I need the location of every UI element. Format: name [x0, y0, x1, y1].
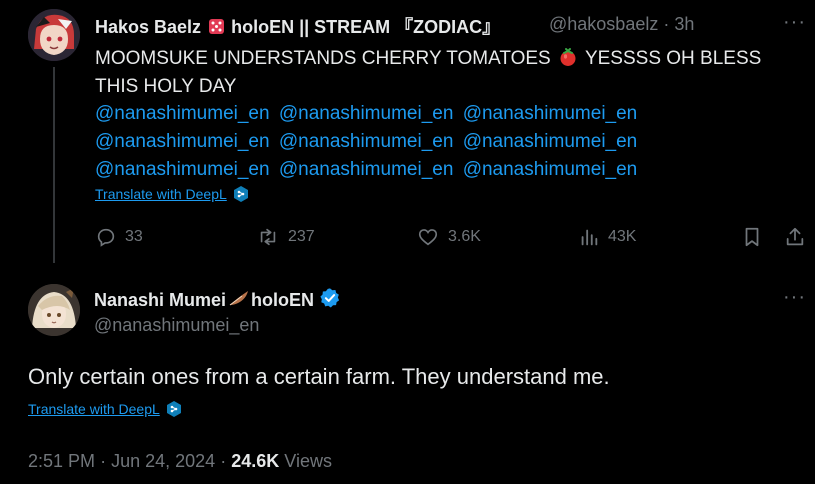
mention-link[interactable]: @nanashimumei_en — [463, 131, 638, 152]
mention-link[interactable]: @nanashimumei_en — [95, 131, 270, 152]
avatar[interactable] — [28, 284, 80, 336]
deepl-icon — [166, 400, 182, 421]
display-name: Hakos Baelz — [95, 17, 202, 37]
translate-link[interactable]: Translate with DeepL — [28, 400, 182, 421]
tweet-text-part1: MOOMSUKE UNDERSTANDS CHERRY TOMATOES — [95, 48, 551, 69]
views-label: Views — [284, 451, 332, 471]
views-icon — [581, 229, 598, 246]
time-separator: · — [663, 14, 670, 34]
display-name: Nanashi Mumei — [94, 290, 227, 310]
repost-count: 237 — [288, 228, 315, 245]
avatar-image — [28, 284, 80, 336]
translate-label: Translate with DeepL — [95, 186, 227, 202]
mention-link[interactable]: @nanashimumei_en — [279, 159, 454, 180]
author-handle: @hakosbaelz — [549, 14, 659, 34]
avatar[interactable] — [28, 9, 80, 61]
more-options-button[interactable]: ··· — [783, 286, 806, 309]
thread-line — [53, 67, 55, 263]
repost-button[interactable]: 237 — [256, 226, 315, 248]
translate-label: Translate with DeepL — [28, 401, 160, 417]
heart-icon — [418, 229, 438, 246]
mention-link[interactable]: @nanashimumei_en — [463, 103, 638, 124]
tweet-date[interactable]: Jun 24, 2024 — [111, 451, 215, 471]
avatar-image — [28, 9, 80, 61]
tweet-text: Only certain ones from a certain farm. T… — [28, 364, 610, 389]
mention-link[interactable]: @nanashimumei_en — [279, 103, 454, 124]
reply-button[interactable]: 33 — [95, 226, 143, 248]
repost-icon — [260, 228, 276, 246]
bookmark-button[interactable] — [742, 226, 762, 248]
bookmark-icon — [745, 227, 759, 247]
more-options-button[interactable]: ··· — [783, 11, 806, 34]
display-name-suffix: holoEN — [251, 290, 315, 310]
dice-icon — [206, 17, 231, 37]
mention-link[interactable]: @nanashimumei_en — [95, 159, 270, 180]
views-count: 43K — [608, 228, 637, 245]
tweet-text: MOOMSUKE UNDERSTANDS CHERRY TOMATOES YES… — [95, 46, 795, 99]
mention-list: @nanashimumei_en @nanashimumei_en @nanas… — [95, 100, 795, 184]
share-button[interactable] — [784, 226, 806, 248]
tweet-time[interactable]: 2:51 PM — [28, 451, 95, 471]
author-handle[interactable]: @nanashimumei_en — [94, 315, 259, 336]
like-count: 3.6K — [448, 228, 481, 245]
verified-badge-icon[interactable] — [319, 287, 341, 314]
feather-icon — [226, 289, 251, 312]
display-name-suffix: holoEN || STREAM 『ZODIAC』 — [231, 17, 501, 37]
reply-icon — [97, 228, 115, 247]
meta-separator: · — [220, 451, 227, 471]
mention-link[interactable]: @nanashimumei_en — [279, 131, 454, 152]
deepl-icon — [233, 185, 249, 206]
mention-link[interactable]: @nanashimumei_en — [95, 103, 270, 124]
views-count: 24.6K — [231, 451, 280, 471]
author-handle-and-time[interactable]: @hakosbaelz · 3h — [549, 14, 694, 35]
views-button[interactable]: 43K — [578, 226, 636, 248]
translate-link[interactable]: Translate with DeepL — [95, 185, 249, 206]
mention-link[interactable]: @nanashimumei_en — [463, 159, 638, 180]
tweet-meta: 2:51 PM · Jun 24, 2024 · 24.6K Views — [28, 451, 332, 472]
tomato-icon — [558, 47, 578, 74]
reply-count: 33 — [125, 228, 143, 245]
meta-separator: · — [100, 451, 107, 471]
tweet-time[interactable]: 3h — [674, 14, 694, 34]
like-button[interactable]: 3.6K — [416, 226, 481, 248]
share-icon — [786, 227, 804, 246]
author-name[interactable]: Hakos Baelz holoEN || STREAM 『ZODIAC』 — [95, 13, 500, 39]
author-name[interactable]: Nanashi Mumei holoEN — [94, 287, 341, 314]
